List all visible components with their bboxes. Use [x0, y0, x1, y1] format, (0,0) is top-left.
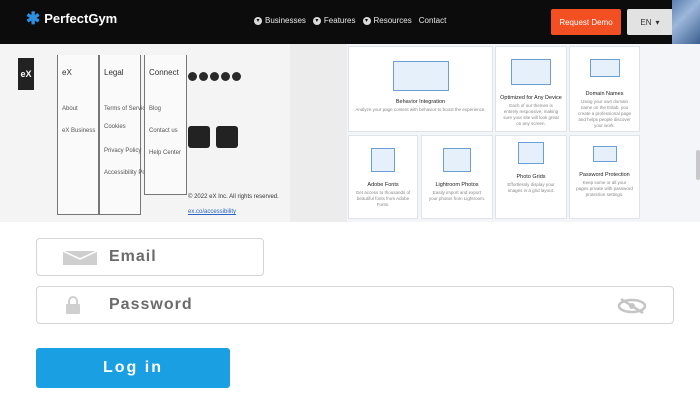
grid-icon	[518, 142, 544, 164]
password-field[interactable]: Password	[36, 286, 674, 324]
password-placeholder: Password	[109, 296, 193, 313]
feature-card: Lightroom Photos Easily import and expor…	[421, 135, 493, 219]
footer-logo: eX	[18, 58, 34, 90]
feature-title: Domain Names	[585, 91, 624, 97]
star-logo-icon: ✱	[26, 9, 41, 28]
feature-card: Photo Grids Effortlessly display your im…	[495, 135, 567, 219]
feature-title: Photo Grids	[516, 174, 546, 180]
chevron-down-icon: ▾	[312, 16, 321, 25]
instagram-icon[interactable]	[210, 72, 219, 81]
footer-link[interactable]: Help Center	[149, 150, 181, 156]
footer-link[interactable]: Contact us	[149, 128, 178, 134]
footer-column-title: Connect	[149, 68, 179, 77]
footer-link[interactable]: Blog	[149, 106, 161, 112]
lock-icon	[592, 146, 617, 162]
eye-off-icon[interactable]	[617, 297, 647, 315]
feature-title: Adobe Fonts	[367, 182, 399, 188]
feature-card: Password Protection Keep some or all you…	[569, 135, 640, 219]
request-demo-button[interactable]: Request Demo	[551, 9, 621, 35]
integration-icon	[392, 61, 449, 91]
nav-contact[interactable]: Contact	[419, 16, 447, 25]
feature-desc: Analyze your page content with behavior …	[355, 107, 486, 112]
accessibility-link[interactable]: ex.co/accessibility	[188, 209, 236, 215]
feature-desc: Effortlessly display your images in a gr…	[507, 182, 555, 193]
hero-image	[672, 0, 700, 44]
brand-name: PerfectGym	[44, 11, 118, 26]
chevron-down-icon: ▾	[362, 16, 371, 25]
feature-desc: Using your own domain name on the Eslab.…	[577, 99, 632, 128]
footer-link[interactable]: Privacy Policy	[104, 148, 141, 154]
scrollbar[interactable]	[696, 150, 700, 180]
google-play-icon[interactable]	[216, 126, 238, 148]
feature-card: Optimized for Any Device Each of our the…	[495, 46, 567, 132]
twitter-icon[interactable]	[199, 72, 208, 81]
mail-icon	[63, 251, 97, 265]
footer-column-title: Legal	[104, 68, 124, 77]
footer-link[interactable]: Terms of Service	[104, 106, 149, 112]
nav-resources[interactable]: ▾ Resources	[362, 16, 412, 25]
copyright-text: © 2022 eX Inc. All rights reserved.	[188, 194, 279, 200]
lock-icon	[66, 296, 80, 314]
feature-title: Password Protection	[579, 172, 630, 178]
footer-link[interactable]: Cookies	[104, 124, 126, 130]
feature-title: Optimized for Any Device	[500, 95, 562, 101]
linkedin-icon[interactable]	[221, 72, 230, 81]
feature-desc: Keep some or all your pages private with…	[576, 180, 633, 197]
nav-label: Resources	[373, 16, 412, 25]
footer-link[interactable]: About	[62, 106, 78, 112]
youtube-icon[interactable]	[232, 72, 241, 81]
feature-card: Behavior Integration Analyze your page c…	[348, 46, 493, 132]
top-navbar: ✱ PerfectGym ▾ Businesses ▾ Features ▾ Reso…	[0, 0, 700, 44]
page: ✱ PerfectGym ▾ Businesses ▾ Features ▾ Reso…	[0, 0, 700, 400]
features-grid: Behavior Integration Analyze your page c…	[347, 44, 700, 222]
footer-column	[57, 55, 99, 215]
footer-column	[99, 55, 141, 215]
feature-desc: Get access to thousands of beautiful fon…	[355, 190, 411, 207]
nav-label: Features	[323, 16, 356, 25]
email-placeholder: Email	[109, 248, 157, 265]
photos-icon	[443, 148, 471, 172]
language-button[interactable]: EN ▾	[627, 9, 673, 35]
email-field[interactable]: Email	[36, 238, 264, 276]
app-store-icon[interactable]	[188, 126, 210, 148]
nav-businesses[interactable]: ▾ Businesses	[254, 16, 306, 25]
feature-title: Behavior Integration	[395, 99, 446, 105]
feature-desc: Easily import and export your photos fro…	[428, 190, 486, 201]
feature-card: Domain Names Using your own domain name …	[569, 46, 640, 132]
divider-panel	[290, 44, 347, 222]
chevron-down-icon: ▾	[655, 17, 660, 27]
footer-link[interactable]: eX Business	[62, 128, 95, 134]
login-button[interactable]: Log in	[36, 348, 230, 388]
footer-column-title: eX	[62, 68, 72, 77]
main-nav: ▾ Businesses ▾ Features ▾ Resources Contact	[254, 16, 446, 25]
devices-icon	[511, 59, 551, 85]
domain-icon	[589, 59, 620, 77]
feature-title: Lightroom Photos	[435, 182, 479, 188]
language-label: EN	[640, 17, 652, 27]
chevron-down-icon: ▾	[254, 16, 262, 25]
nav-features[interactable]: ▾ Features	[312, 16, 356, 25]
accessibility-link-row: ex.co/accessibility	[188, 209, 236, 215]
nav-label: Businesses	[265, 16, 306, 25]
fonts-icon	[371, 148, 395, 172]
facebook-icon[interactable]	[188, 72, 197, 81]
brand-logo[interactable]: ✱ PerfectGym	[26, 10, 117, 27]
feature-desc: Each of our themes is entirely responsiv…	[503, 103, 559, 126]
nav-label: Contact	[418, 16, 447, 25]
feature-card: Adobe Fonts Get access to thousands of b…	[348, 135, 418, 219]
